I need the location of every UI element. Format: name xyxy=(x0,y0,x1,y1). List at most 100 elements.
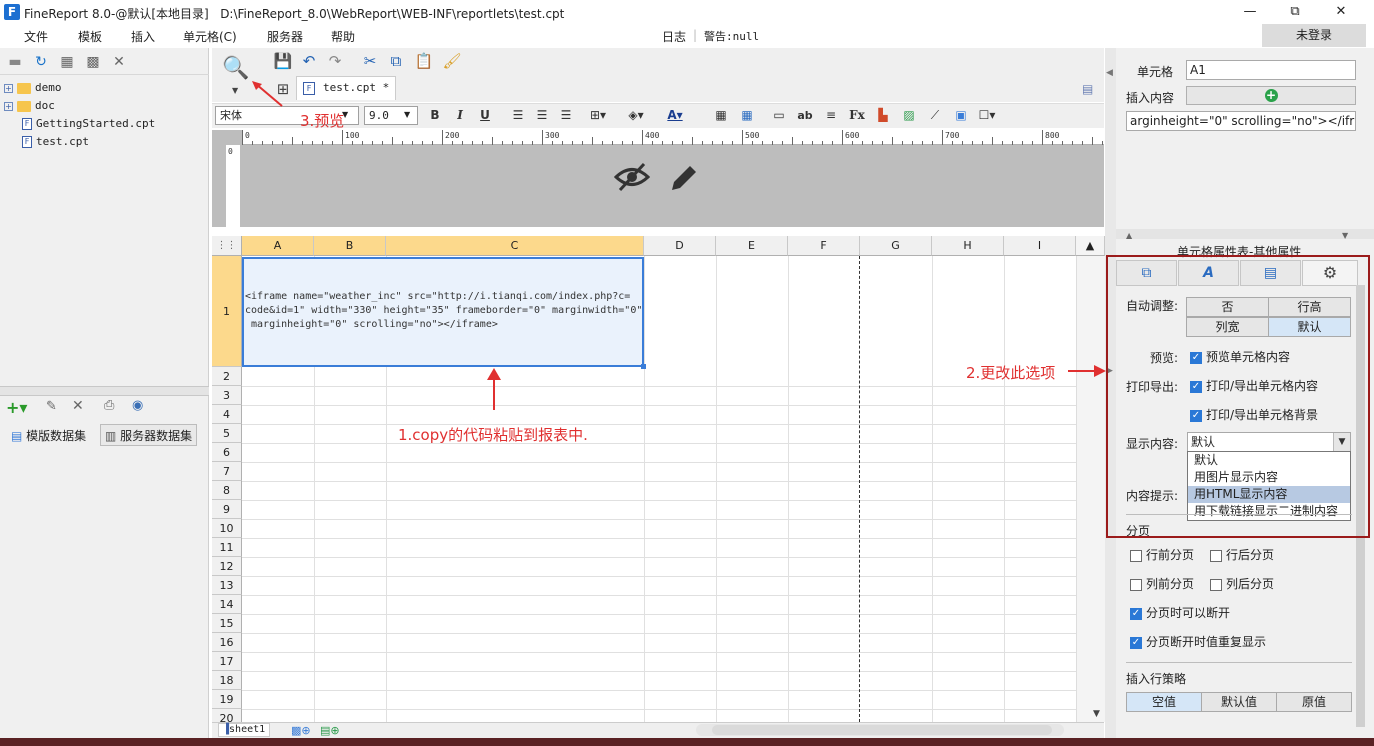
format-painter-icon[interactable]: 🖌 xyxy=(442,52,462,70)
login-button[interactable]: 未登录 xyxy=(1262,24,1366,47)
vertical-scrollbar[interactable] xyxy=(1076,256,1105,722)
menu-insert[interactable]: 插入 xyxy=(131,28,155,45)
restore-button[interactable]: ⧉ xyxy=(1284,2,1306,22)
insert-policy-original[interactable]: 原值 xyxy=(1276,692,1352,712)
repeat-on-break-checkbox[interactable]: ✓ 分页断开时值重复显示 xyxy=(1130,633,1266,650)
row-header[interactable]: 11 xyxy=(212,538,242,557)
bold-icon[interactable]: B xyxy=(426,107,444,124)
refresh-icon[interactable]: ↻ xyxy=(32,54,50,70)
scroll-up-button[interactable]: ▲ xyxy=(1076,236,1105,256)
scroll-down-button[interactable]: ▼ xyxy=(1093,709,1100,719)
database-icon[interactable]: ◉ xyxy=(132,398,143,413)
row-header[interactable]: 3 xyxy=(212,386,242,405)
cut-icon[interactable]: ✂ xyxy=(360,52,380,70)
widget-icon[interactable]: ☐▾ xyxy=(978,107,996,124)
close-button[interactable]: ✕ xyxy=(1330,2,1352,22)
text-icon[interactable]: ab xyxy=(796,107,814,124)
add-sheet-icon[interactable]: ▩⊕ xyxy=(291,724,311,737)
align-right-icon[interactable]: ☰ xyxy=(557,107,575,124)
row-header[interactable]: 8 xyxy=(212,481,242,500)
hide-eye-icon[interactable] xyxy=(614,160,650,194)
tree-item-gettingstarted[interactable]: F GettingStarted.cpt xyxy=(22,117,155,130)
underline-icon[interactable]: U xyxy=(476,107,494,124)
tab-menu-icon[interactable]: ▤ xyxy=(1082,82,1093,96)
column-header-g[interactable]: G xyxy=(860,236,932,256)
edit-icon[interactable]: ✎ xyxy=(46,399,57,414)
preview-dropdown-icon[interactable]: ▼ xyxy=(232,86,238,95)
minimize-button[interactable]: — xyxy=(1239,2,1261,22)
italic-icon[interactable]: I xyxy=(451,107,469,124)
log-link[interactable]: 日志 xyxy=(662,28,686,45)
panel-splitter[interactable] xyxy=(1116,229,1374,239)
sheet-tab-1[interactable]: ▐sheet1 xyxy=(218,723,271,737)
image-icon[interactable]: ▨ xyxy=(900,107,918,124)
row-header[interactable]: 17 xyxy=(212,652,242,671)
row-header[interactable]: 15 xyxy=(212,614,242,633)
row-header[interactable]: 9 xyxy=(212,500,242,519)
column-header-a[interactable]: A xyxy=(242,236,314,256)
richtext-icon[interactable]: ≡ xyxy=(822,107,840,124)
row-header[interactable]: 2 xyxy=(212,367,242,386)
menu-template[interactable]: 模板 xyxy=(78,28,102,45)
row-header[interactable]: 6 xyxy=(212,443,242,462)
fill-handle[interactable] xyxy=(641,364,646,369)
page-break-after-col[interactable]: 列后分页 xyxy=(1210,575,1274,592)
column-header-b[interactable]: B xyxy=(314,236,386,256)
preview-data-icon[interactable]: ⎙ xyxy=(104,398,114,413)
column-header-e[interactable]: E xyxy=(716,236,788,256)
add-dataset-icon[interactable]: +▾ xyxy=(6,398,27,417)
row-header[interactable]: 14 xyxy=(212,595,242,614)
row-header[interactable]: 13 xyxy=(212,576,242,595)
page-break-before-col[interactable]: 列前分页 xyxy=(1130,575,1194,592)
folder-open-icon[interactable]: ▬ xyxy=(6,54,24,70)
menu-file[interactable]: 文件 xyxy=(24,28,48,45)
select-all-corner[interactable]: ⋮⋮ xyxy=(212,236,242,256)
split-cells-icon[interactable]: ▦ xyxy=(738,107,756,124)
menu-cell[interactable]: 单元格(C) xyxy=(183,28,237,45)
insert-policy-empty[interactable]: 空值 xyxy=(1126,692,1202,712)
allow-break-checkbox[interactable]: ✓ 分页时可以断开 xyxy=(1130,604,1230,621)
subreport-icon[interactable]: ▣ xyxy=(952,107,970,124)
row-header[interactable]: 1 xyxy=(212,256,242,367)
column-header-f[interactable]: F xyxy=(788,236,860,256)
horizontal-scroll-thumb[interactable] xyxy=(712,725,1052,735)
save-template-icon[interactable]: ▦ xyxy=(58,54,76,70)
align-center-icon[interactable]: ☰ xyxy=(533,107,551,124)
panel-splitter[interactable] xyxy=(0,386,209,396)
delete-icon[interactable]: ✕ xyxy=(110,54,128,70)
fill-color-icon[interactable]: ◈▾ xyxy=(627,107,645,124)
tree-item-demo[interactable]: + demo xyxy=(4,81,62,94)
column-header-d[interactable]: D xyxy=(644,236,716,256)
lock-icon[interactable]: ▩ xyxy=(84,54,102,70)
tab-test-cpt[interactable]: Ftest.cpt * xyxy=(296,76,396,100)
row-header[interactable]: 10 xyxy=(212,519,242,538)
cell-name-input[interactable]: A1 xyxy=(1186,60,1356,80)
insert-cell-icon[interactable]: ▭ xyxy=(770,107,788,124)
column-header-c[interactable]: C xyxy=(386,236,644,256)
redo-icon[interactable]: ↷ xyxy=(325,52,345,70)
row-header[interactable]: 20 xyxy=(212,709,242,722)
row-header[interactable]: 18 xyxy=(212,671,242,690)
row-header[interactable]: 16 xyxy=(212,633,242,652)
menu-help[interactable]: 帮助 xyxy=(331,28,355,45)
tree-item-test[interactable]: Ftest.cpt xyxy=(22,135,89,148)
remove-dataset-icon[interactable]: ✕ xyxy=(72,398,84,414)
column-header-h[interactable]: H xyxy=(932,236,1004,256)
preview-icon[interactable]: 🔍 xyxy=(222,56,250,84)
expand-icon[interactable]: + xyxy=(4,101,13,111)
row-header[interactable]: 5 xyxy=(212,424,242,443)
page-break-before-row[interactable]: 行前分页 xyxy=(1130,546,1194,563)
row-header[interactable]: 19 xyxy=(212,690,242,709)
expand-icon[interactable]: + xyxy=(4,83,13,93)
edit-pencil-icon[interactable] xyxy=(668,160,700,194)
page-break-after-row[interactable]: 行后分页 xyxy=(1210,546,1274,563)
formula-icon[interactable]: Fx xyxy=(848,107,866,124)
collapse-down-icon[interactable]: ▼ xyxy=(1342,231,1348,240)
row-header[interactable]: 12 xyxy=(212,557,242,576)
content-preview-field[interactable]: arginheight="0" scrolling="no"></iframe> xyxy=(1126,111,1356,131)
insert-policy-default[interactable]: 默认值 xyxy=(1201,692,1277,712)
row-header[interactable]: 7 xyxy=(212,462,242,481)
slash-cell-icon[interactable]: ⟋ xyxy=(926,107,944,124)
collapse-left-icon[interactable]: ◀ xyxy=(1106,68,1113,78)
column-header-i[interactable]: I xyxy=(1004,236,1076,256)
